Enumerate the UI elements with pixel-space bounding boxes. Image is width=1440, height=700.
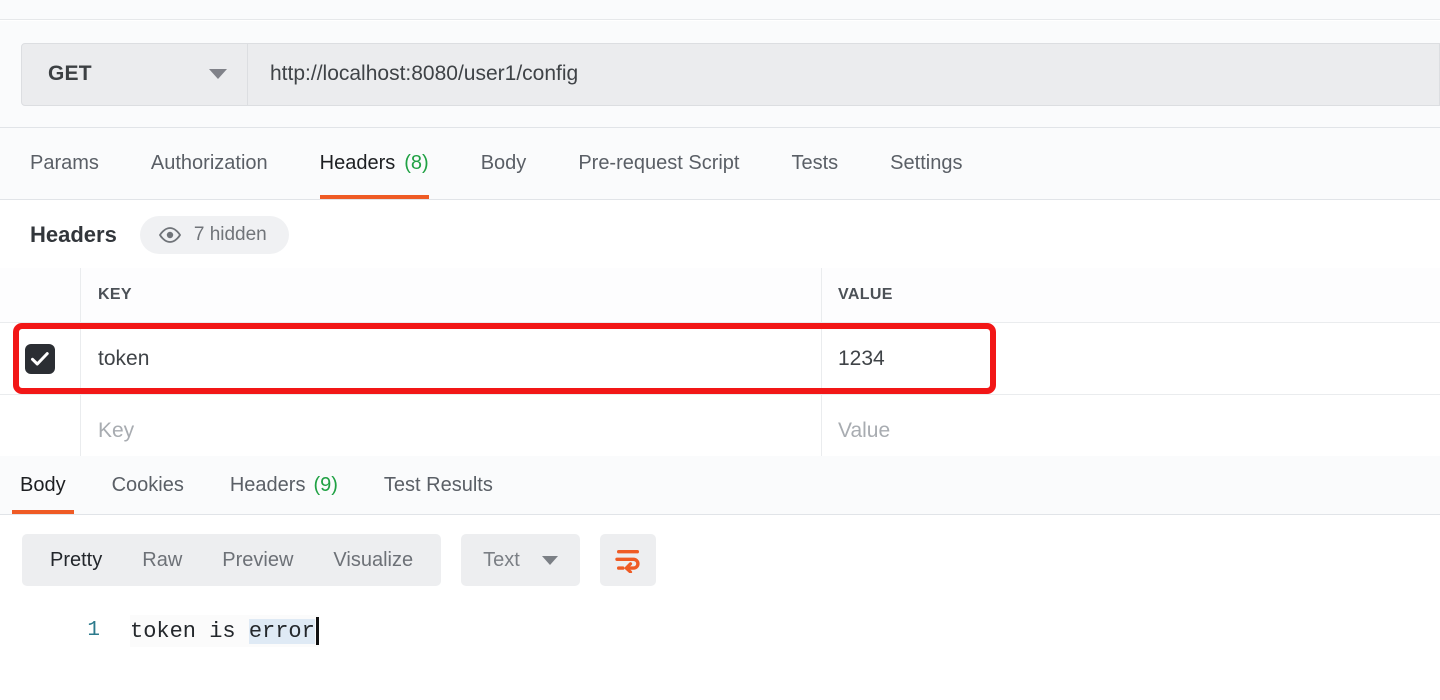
content-type-value: Text	[483, 548, 520, 571]
check-icon	[31, 351, 49, 365]
tab-tests[interactable]: Tests	[791, 128, 838, 199]
row-checkbox[interactable]	[25, 343, 55, 374]
headers-subheader: Headers 7 hidden	[0, 201, 1440, 268]
row-key-cell[interactable]: token	[80, 323, 821, 394]
response-format-toolbar: Pretty Raw Preview Visualize Text	[0, 515, 1440, 605]
placeholder-key-text: Key	[98, 418, 135, 442]
hidden-headers-label: 7 hidden	[193, 223, 267, 245]
http-method-label: GET	[48, 62, 92, 85]
view-mode-pretty[interactable]: Pretty	[30, 534, 122, 586]
view-mode-segmented-control: Pretty Raw Preview Visualize	[22, 534, 442, 586]
column-header-value: VALUE	[838, 286, 893, 303]
tab-authorization-label: Authorization	[150, 152, 268, 174]
text-cursor	[315, 617, 319, 645]
url-input[interactable]: http://localhost:8080/user1/config	[247, 42, 1440, 106]
top-strip	[0, 0, 1440, 20]
response-tab-body[interactable]: Body	[12, 456, 74, 514]
tab-params[interactable]: Params	[30, 128, 99, 199]
tab-tests-label: Tests	[791, 152, 839, 174]
tab-pre-request-script[interactable]: Pre-request Script	[578, 128, 739, 199]
response-tab-cookies[interactable]: Cookies	[104, 456, 192, 514]
response-body-viewer[interactable]: 1 token is error	[0, 605, 1440, 700]
view-mode-preview[interactable]: Preview	[202, 534, 313, 586]
response-body-text: token is	[130, 618, 249, 644]
response-body-line[interactable]: token is error	[130, 615, 319, 647]
headers-table: KEY VALUE token 1234 Key Value	[0, 268, 1440, 467]
response-tab-headers-count: (9)	[313, 473, 338, 496]
tab-headers[interactable]: Headers (8)	[319, 128, 429, 199]
row-value-cell[interactable]: 1234	[821, 323, 1440, 394]
tab-params-label: Params	[30, 152, 99, 174]
header-value-column: VALUE	[821, 268, 1440, 322]
headers-title: Headers	[30, 221, 117, 247]
tab-body-label: Body	[480, 152, 527, 174]
chevron-down-icon	[209, 69, 227, 79]
postman-request-response-pane: GET http://localhost:8080/user1/config P…	[0, 0, 1440, 700]
table-row[interactable]: token 1234	[0, 323, 1440, 395]
row-key-text: token	[98, 346, 150, 370]
tab-pre-request-script-label: Pre-request Script	[578, 152, 740, 174]
http-method-selector[interactable]: GET	[21, 42, 248, 106]
response-tab-cookies-label: Cookies	[111, 473, 184, 496]
tab-active-underline	[319, 195, 429, 199]
response-tab-test-results[interactable]: Test Results	[376, 456, 501, 514]
response-tab-headers[interactable]: Headers (9)	[222, 456, 346, 514]
tab-headers-label: Headers	[319, 152, 396, 174]
view-mode-visualize[interactable]: Visualize	[313, 534, 433, 586]
content-type-select[interactable]: Text	[461, 534, 580, 586]
response-tab-body-label: Body	[20, 473, 66, 496]
tab-authorization[interactable]: Authorization	[151, 128, 268, 199]
word-wrap-button[interactable]	[599, 534, 656, 586]
line-number: 1	[87, 619, 100, 642]
word-wrap-icon	[615, 550, 640, 573]
response-tab-bar: Body Cookies Headers (9) Test Results	[0, 456, 1440, 515]
header-checkbox-column	[0, 268, 80, 322]
column-header-key: KEY	[98, 286, 132, 303]
tab-active-underline	[12, 510, 74, 514]
hidden-headers-toggle[interactable]: 7 hidden	[139, 215, 289, 254]
tab-body[interactable]: Body	[481, 128, 527, 199]
tab-settings[interactable]: Settings	[890, 128, 962, 199]
tab-settings-label: Settings	[890, 152, 963, 174]
response-tab-headers-label: Headers	[229, 473, 306, 496]
placeholder-value-text: Value	[838, 418, 891, 442]
row-checkbox-cell	[0, 323, 80, 394]
table-header-row: KEY VALUE	[0, 268, 1440, 323]
eye-icon	[158, 226, 182, 243]
response-tab-test-results-label: Test Results	[383, 473, 493, 496]
chevron-down-icon	[541, 555, 558, 565]
request-tab-bar: Params Authorization Headers (8) Body Pr…	[0, 128, 1440, 200]
header-key-column: KEY	[80, 268, 821, 322]
url-text: http://localhost:8080/user1/config	[270, 62, 579, 85]
view-mode-raw[interactable]: Raw	[122, 534, 202, 586]
response-body-selected-text: error	[248, 618, 315, 644]
url-bar: GET http://localhost:8080/user1/config	[0, 21, 1440, 128]
tab-headers-count: (8)	[404, 152, 429, 174]
row-value-text: 1234	[838, 346, 885, 370]
